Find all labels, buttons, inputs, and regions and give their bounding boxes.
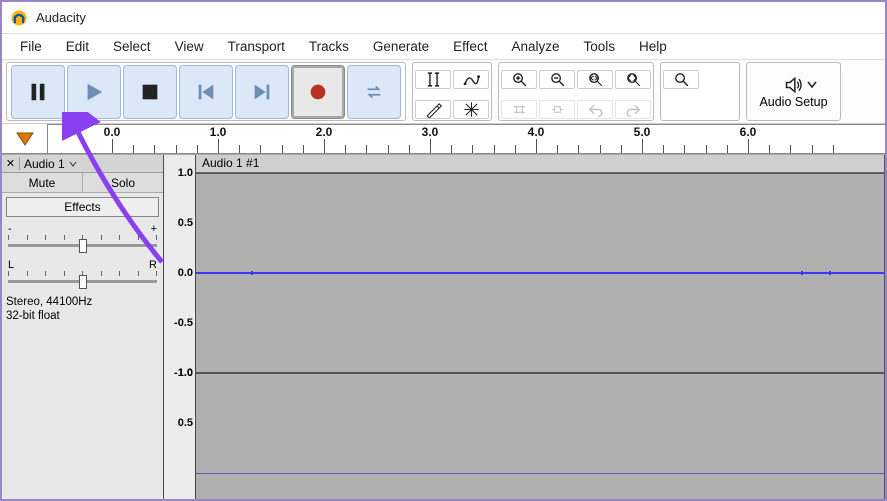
waveform-channel-left[interactable]	[196, 173, 884, 373]
title-bar: Audacity	[2, 2, 885, 34]
menu-analyze[interactable]: Analyze	[499, 37, 571, 56]
gain-plus-label: +	[151, 223, 157, 235]
track-name-dropdown[interactable]: Audio 1	[20, 157, 163, 171]
effects-button[interactable]: Effects	[6, 197, 159, 217]
menu-select[interactable]: Select	[101, 37, 163, 56]
tools-toolbar	[412, 62, 492, 121]
stop-button[interactable]	[123, 65, 177, 119]
toolbar-row: Audio Setup	[2, 60, 885, 124]
ruler-label: 0.0	[104, 125, 121, 139]
ruler-label: 6.0	[740, 125, 757, 139]
ruler-label: 2.0	[316, 125, 333, 139]
fit-project-button[interactable]	[615, 70, 651, 89]
track-meta-line2: 32-bit float	[6, 309, 159, 323]
record-button[interactable]	[291, 65, 345, 119]
app-logo-icon	[10, 9, 28, 27]
menu-generate[interactable]: Generate	[361, 37, 441, 56]
timeline-head[interactable]	[2, 124, 48, 153]
ruler-label: 1.0	[210, 125, 227, 139]
zoom-toggle-toolbar	[660, 62, 740, 121]
zoom-in-button[interactable]	[501, 70, 537, 89]
tracks-area: ✕ Audio 1 Mute Solo Effects -+ LR Stereo…	[2, 154, 885, 499]
play-button[interactable]	[67, 65, 121, 119]
timeline: 0.0 1.0 2.0 3.0 4.0 5.0 6.0	[2, 124, 885, 154]
pan-slider-thumb[interactable]	[79, 275, 87, 289]
menu-help[interactable]: Help	[627, 37, 679, 56]
menu-tools[interactable]: Tools	[571, 37, 627, 56]
track-control-panel: ✕ Audio 1 Mute Solo Effects -+ LR Stereo…	[2, 155, 164, 499]
draw-tool-button[interactable]	[415, 100, 451, 119]
pan-slider[interactable]: LR	[2, 257, 163, 293]
menu-edit[interactable]: Edit	[54, 37, 101, 56]
transport-toolbar	[6, 62, 406, 121]
skip-end-button[interactable]	[235, 65, 289, 119]
vscale-label: 0.0	[178, 267, 193, 279]
track-format-info: Stereo, 44100Hz 32-bit float	[2, 293, 163, 326]
vscale-label: -0.5	[174, 317, 193, 329]
gain-minus-label: -	[8, 223, 12, 235]
vscale-label: 1.0	[178, 167, 193, 179]
chevron-down-icon	[69, 160, 77, 168]
vscale-label: 0.5	[178, 217, 193, 229]
fit-selection-button[interactable]	[577, 70, 613, 89]
pause-button[interactable]	[11, 65, 65, 119]
clip-title[interactable]: Audio 1 #1	[196, 155, 884, 173]
playhead-triangle-icon	[15, 131, 35, 147]
track-header: ✕ Audio 1	[2, 155, 163, 173]
ruler-label: 3.0	[422, 125, 439, 139]
zero-line	[196, 473, 884, 474]
vertical-scale: 1.00.50.0-0.5-1.01.00.5	[164, 155, 196, 499]
track-name-label: Audio 1	[24, 157, 65, 171]
zoom-out-button[interactable]	[539, 70, 575, 89]
pan-left-label: L	[8, 259, 14, 271]
waveform-channel-right[interactable]	[196, 373, 884, 499]
zoom-toggle-button[interactable]	[663, 70, 699, 89]
solo-button[interactable]: Solo	[83, 173, 163, 192]
menu-view[interactable]: View	[163, 37, 216, 56]
track-close-button[interactable]: ✕	[2, 157, 20, 170]
audio-setup-button[interactable]: Audio Setup	[746, 62, 841, 121]
undo-button[interactable]	[577, 100, 613, 119]
waveform	[196, 272, 884, 274]
time-ruler[interactable]: 0.0 1.0 2.0 3.0 4.0 5.0 6.0	[48, 124, 885, 153]
edit-toolbar	[498, 62, 654, 121]
silence-button[interactable]	[539, 100, 575, 119]
waveform-area[interactable]: Audio 1 #1	[196, 155, 885, 499]
window-title: Audacity	[36, 10, 86, 25]
skip-start-button[interactable]	[179, 65, 233, 119]
speaker-icon	[780, 75, 808, 95]
menu-effect[interactable]: Effect	[441, 37, 499, 56]
menu-file[interactable]: File	[8, 37, 54, 56]
trim-button[interactable]	[501, 100, 537, 119]
gain-slider[interactable]: -+	[2, 221, 163, 257]
mute-button[interactable]: Mute	[2, 173, 83, 192]
vscale-label: 1.0	[178, 367, 193, 379]
track-meta-line1: Stereo, 44100Hz	[6, 295, 159, 309]
mute-solo-row: Mute Solo	[2, 173, 163, 193]
envelope-tool-button[interactable]	[453, 70, 489, 89]
gain-slider-thumb[interactable]	[79, 239, 87, 253]
redo-button[interactable]	[615, 100, 651, 119]
vscale-label: 0.5	[178, 417, 193, 429]
menu-transport[interactable]: Transport	[216, 37, 297, 56]
audio-setup-label: Audio Setup	[759, 95, 827, 109]
chevron-down-icon	[807, 81, 817, 89]
selection-tool-button[interactable]	[415, 70, 451, 89]
menu-bar: File Edit Select View Transport Tracks G…	[2, 34, 885, 60]
ruler-label: 5.0	[634, 125, 651, 139]
pan-right-label: R	[149, 259, 157, 271]
ruler-label: 4.0	[528, 125, 545, 139]
multi-tool-button[interactable]	[453, 100, 489, 119]
loop-button[interactable]	[347, 65, 401, 119]
menu-tracks[interactable]: Tracks	[297, 37, 361, 56]
